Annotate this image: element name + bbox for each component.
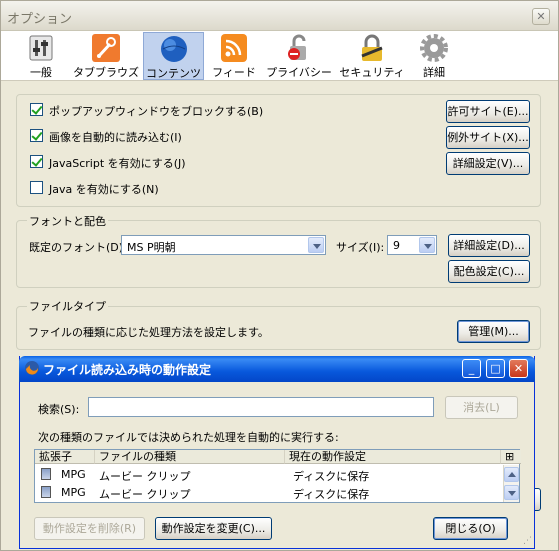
dialog-title-bar: ファイル読み込み時の動作設定 _ □ ✕ <box>19 356 535 382</box>
tab-content[interactable]: コンテンツ <box>143 32 204 80</box>
row-type: ムービー クリップ <box>99 470 191 483</box>
javascript-label: JavaScript を有効にする(J) <box>49 157 186 170</box>
chevron-down-icon[interactable] <box>419 237 435 253</box>
general-switch-icon <box>29 35 53 61</box>
scroll-down-button[interactable] <box>504 485 519 500</box>
title-bar: オプション ✕ <box>1 1 558 31</box>
minimize-button[interactable]: _ <box>462 359 481 378</box>
file-icon <box>41 486 51 498</box>
fonts-group-title: フォントと配色 <box>27 213 108 229</box>
chevron-down-icon[interactable] <box>308 237 324 253</box>
tab-privacy[interactable]: プライバシー <box>265 32 333 80</box>
size-label: サイズ(I): <box>336 241 385 254</box>
maximize-button[interactable]: □ <box>486 359 505 378</box>
dialog-desc: 次の種類のファイルでは決められた処理を自動的に実行する: <box>38 431 339 444</box>
font-advanced-button[interactable]: 詳細設定(D)... <box>448 234 530 257</box>
globe-icon <box>160 36 187 62</box>
file-icon <box>41 468 51 480</box>
tab-advanced[interactable]: 詳細 <box>411 32 457 80</box>
column-picker-icon[interactable]: ⊞ <box>501 450 521 464</box>
default-font-select[interactable]: MS P明朝 <box>121 235 326 255</box>
change-action-button[interactable]: 動作設定を変更(C)... <box>155 517 272 540</box>
tab-advanced-label: 詳細 <box>423 66 445 79</box>
list-scrollbar[interactable] <box>503 465 519 502</box>
tab-general[interactable]: 一般 <box>15 32 67 80</box>
manage-button[interactable]: 管理(M)... <box>457 320 530 343</box>
gear-icon <box>420 34 448 62</box>
tabs-wrench-icon <box>92 34 120 62</box>
default-font-value: MS P明朝 <box>127 241 176 254</box>
filetypes-desc: ファイルの種類に応じた処理方法を設定します。 <box>28 326 269 339</box>
row-ext: MPG <box>61 468 86 481</box>
dialog-close-text-button[interactable]: 閉じる(O) <box>433 517 508 540</box>
close-button[interactable]: ✕ <box>532 8 550 25</box>
search-label: 検索(S): <box>38 403 80 416</box>
font-size-value: 9 <box>393 239 400 252</box>
filetypes-group-title: ファイルタイプ <box>27 298 108 314</box>
rss-feed-icon <box>221 34 247 62</box>
search-input[interactable] <box>88 397 434 417</box>
options-window: オプション ✕ 一般 タブブラウズ コンテンツ フィード プライバシー セキュリ… <box>0 0 559 551</box>
options-toolbar: 一般 タブブラウズ コンテンツ フィード プライバシー セキュリティ 詳細 <box>1 31 558 81</box>
popup-label: ポップアップウィンドウをブロックする(B) <box>49 105 264 118</box>
font-size-select[interactable]: 9 <box>387 235 437 255</box>
column-header-type[interactable]: ファイルの種類 <box>95 450 285 464</box>
popup-checkbox[interactable] <box>30 103 43 116</box>
javascript-checkbox[interactable] <box>30 155 43 168</box>
tab-tabbrowse[interactable]: タブブラウズ <box>73 32 139 80</box>
images-label: 画像を自動的に読み込む(I) <box>49 131 182 144</box>
security-padlock-icon <box>361 34 383 61</box>
file-actions-list[interactable]: 拡張子 ファイルの種類 現在の動作設定 ⊞ MPG ムービー クリップ ディスク… <box>34 449 521 503</box>
chevron-up-icon <box>508 472 516 477</box>
column-header-ext[interactable]: 拡張子 <box>35 450 95 464</box>
window-title: オプション <box>7 12 73 27</box>
firefox-icon <box>25 361 39 375</box>
images-checkbox[interactable] <box>30 129 43 142</box>
tab-privacy-label: プライバシー <box>266 66 332 79</box>
tab-feed[interactable]: フィード <box>209 32 259 80</box>
row-action: ディスクに保存 <box>293 470 370 483</box>
tab-security-label: セキュリティ <box>339 66 405 79</box>
download-actions-dialog: ファイル読み込み時の動作設定 _ □ ✕ 検索(S): 消去(L) 次の種類のフ… <box>19 356 535 549</box>
table-row[interactable]: MPG ムービー クリップ ディスクに保存 <box>35 483 505 501</box>
exception-sites-button[interactable]: 例外サイト(X)... <box>446 126 530 149</box>
colors-button[interactable]: 配色設定(C)... <box>448 260 530 283</box>
privacy-lock-icon <box>288 34 306 60</box>
resize-grip-icon[interactable]: ⋰ <box>523 536 532 546</box>
tab-content-label: コンテンツ <box>146 67 201 80</box>
java-checkbox[interactable] <box>30 181 43 194</box>
allowed-sites-button[interactable]: 許可サイト(E)... <box>446 100 530 123</box>
dialog-close-button[interactable]: ✕ <box>509 359 528 378</box>
tab-general-label: 一般 <box>30 66 52 79</box>
scroll-up-button[interactable] <box>504 467 519 482</box>
row-action: ディスクに保存 <box>293 488 370 501</box>
row-ext: MPG <box>61 486 86 499</box>
tab-feed-label: フィード <box>212 66 256 79</box>
table-row[interactable]: MPG ムービー クリップ ディスクに保存 <box>35 465 505 483</box>
chevron-down-icon <box>508 491 516 496</box>
remove-action-button[interactable]: 動作設定を削除(R) <box>34 517 145 540</box>
column-header-action[interactable]: 現在の動作設定 <box>285 450 501 464</box>
tab-tabbrowse-label: タブブラウズ <box>73 66 139 79</box>
tab-security[interactable]: セキュリティ <box>339 32 405 80</box>
advanced-settings-button[interactable]: 詳細設定(V)... <box>446 152 530 175</box>
default-font-label: 既定のフォント(D): <box>29 241 127 254</box>
dialog-title: ファイル読み込み時の動作設定 <box>43 363 212 377</box>
row-type: ムービー クリップ <box>99 488 191 501</box>
java-label: Java を有効にする(N) <box>49 183 159 196</box>
clear-button[interactable]: 消去(L) <box>445 396 518 419</box>
